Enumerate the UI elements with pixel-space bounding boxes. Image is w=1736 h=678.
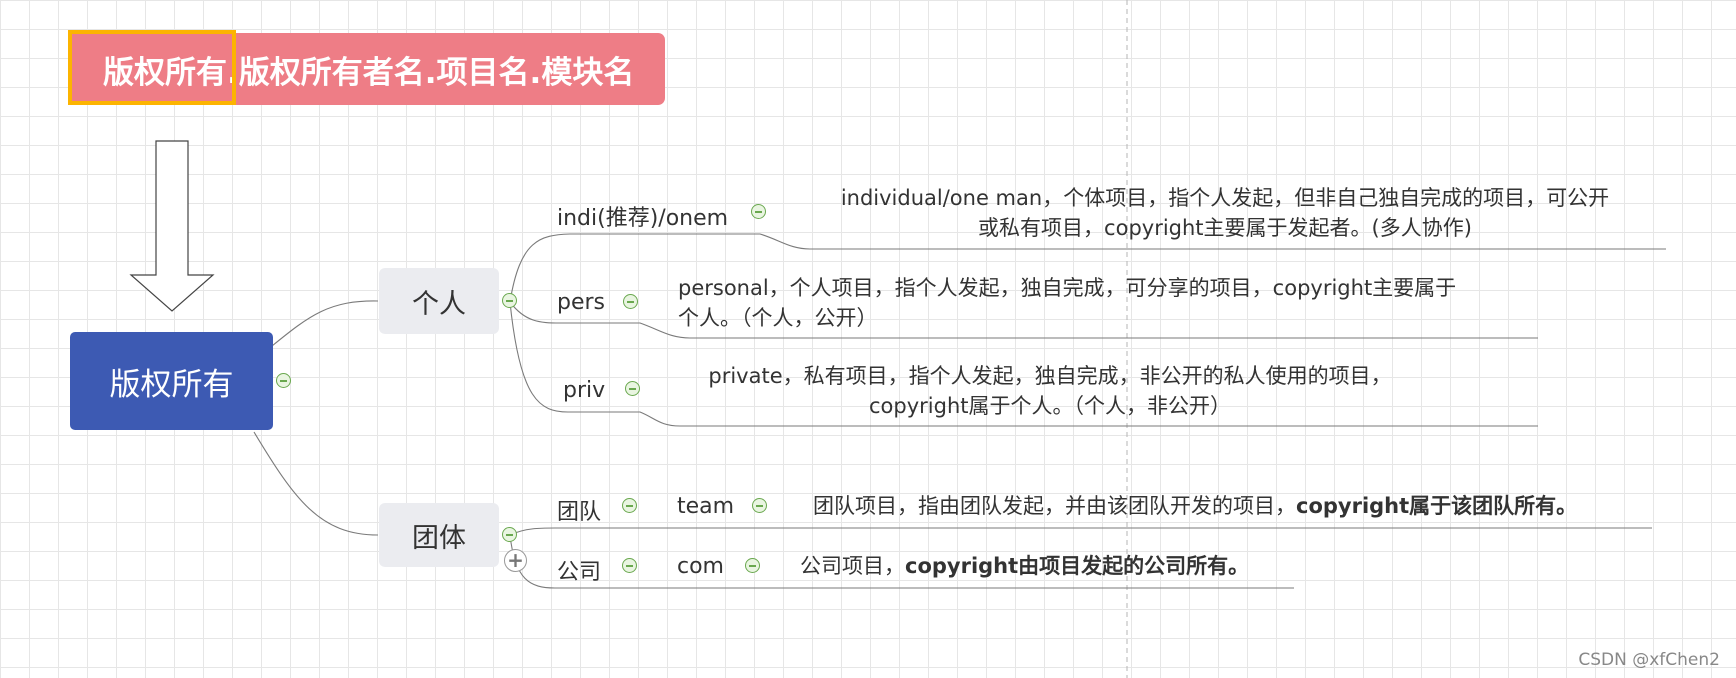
connector-team: [509, 527, 1652, 536]
watermark: CSDN @xfChen2: [1578, 650, 1720, 670]
connector-root-group: [253, 431, 379, 536]
desc-priv-line2: copyright属于个人。（个人，非公开）: [869, 394, 1231, 418]
label-pers[interactable]: pers: [557, 290, 605, 315]
label-team-sub[interactable]: team: [677, 494, 734, 519]
node-personal[interactable]: 个人: [379, 268, 499, 334]
node-group-label: 团体: [412, 522, 466, 554]
collapse-icon[interactable]: [502, 527, 517, 542]
collapse-icon[interactable]: [745, 558, 760, 573]
plus-circle-icon[interactable]: +: [504, 549, 527, 572]
collapse-icon[interactable]: [622, 498, 637, 513]
collapse-icon[interactable]: [502, 293, 517, 308]
collapse-icon[interactable]: [751, 204, 766, 219]
root-node[interactable]: 版权所有: [70, 332, 273, 430]
desc-pers-line2: 个人。（个人，公开）: [678, 306, 878, 330]
root-label: 版权所有: [109, 366, 234, 403]
desc-team-plain: 团队项目，指由团队发起，并由该团队开发的项目，: [813, 494, 1296, 518]
banner-rest-text: .版权所有者名.项目名.模块名: [227, 54, 635, 91]
collapse-icon[interactable]: [625, 381, 640, 396]
desc-com-plain: 公司项目，: [800, 554, 905, 578]
collapse-icon[interactable]: [276, 373, 291, 388]
desc-pers-line1: personal，个人项目，指个人发起，独自完成，可分享的项目，copyrigh…: [678, 276, 1457, 300]
desc-com-bold: copyright由项目发起的公司所有。: [905, 554, 1250, 578]
label-com[interactable]: 公司: [557, 554, 601, 586]
connector-root-personal: [271, 300, 379, 347]
label-team[interactable]: 团队: [557, 494, 601, 526]
label-com-sub[interactable]: com: [677, 554, 724, 579]
down-arrow-icon: [129, 140, 215, 312]
desc-com[interactable]: 公司项目，copyright由项目发起的公司所有。: [800, 551, 1249, 581]
desc-priv[interactable]: private，私有项目，指个人发起，独自完成，非公开的私人使用的项目， cop…: [690, 361, 1410, 421]
node-personal-label: 个人: [412, 288, 466, 320]
collapse-icon[interactable]: [623, 294, 638, 309]
collapse-icon[interactable]: [752, 498, 767, 513]
label-indi[interactable]: indi(推荐)/onem: [557, 200, 728, 232]
desc-pers[interactable]: personal，个人项目，指个人发起，独自完成，可分享的项目，copyrigh…: [678, 273, 1538, 333]
desc-priv-line1: private，私有项目，指个人发起，独自完成，非公开的私人使用的项目，: [708, 364, 1392, 388]
desc-team-bold: copyright属于该团队所有。: [1296, 494, 1578, 518]
desc-team[interactable]: 团队项目，指由团队发起，并由该团队开发的项目，copyright属于该团队所有。: [813, 491, 1577, 521]
collapse-icon[interactable]: [622, 558, 637, 573]
label-priv[interactable]: priv: [563, 378, 605, 403]
node-group[interactable]: 团体: [379, 503, 499, 567]
desc-indi[interactable]: individual/one man，个体项目，指个人发起，但非自己独自完成的项…: [790, 183, 1660, 243]
desc-indi-line1: individual/one man，个体项目，指个人发起，但非自己独自完成的项…: [840, 186, 1610, 210]
desc-indi-line2: 或私有项目，copyright主要属于发起者。(多人协作): [978, 216, 1472, 240]
banner-highlight-frame: [68, 30, 236, 105]
